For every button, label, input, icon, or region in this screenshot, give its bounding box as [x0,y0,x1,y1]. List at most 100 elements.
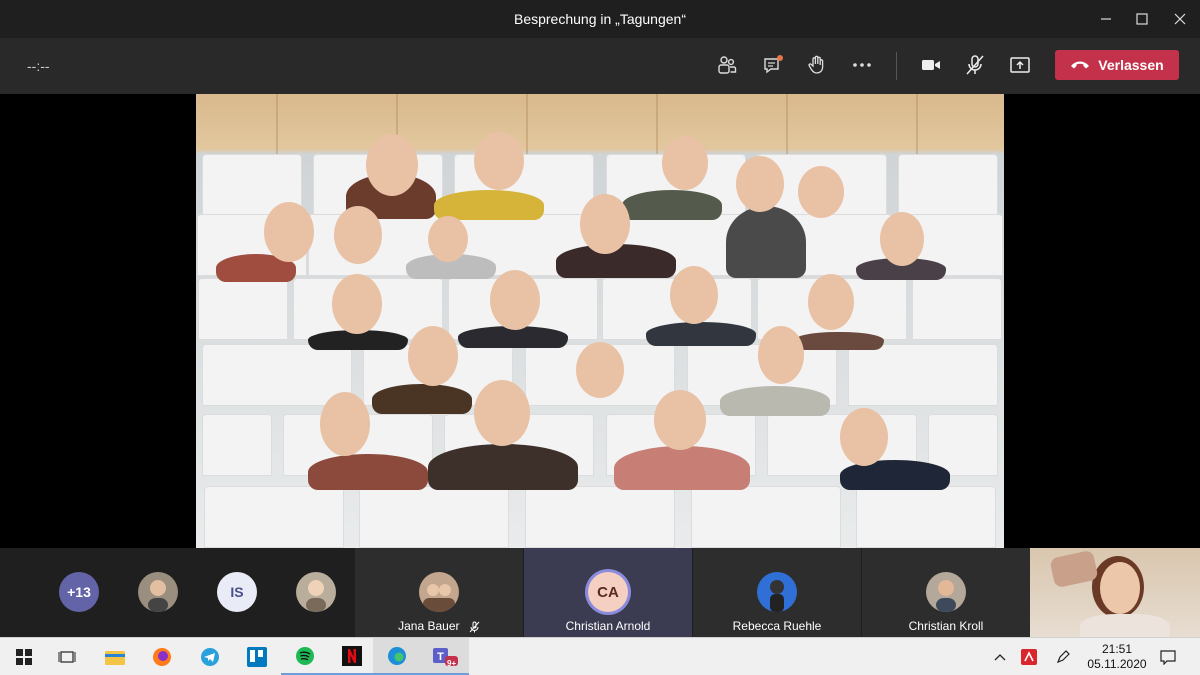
clock-date: 05.11.2020 [1087,657,1147,671]
person-photo-icon [770,580,784,612]
windows-start-icon [16,649,32,665]
participant-video [580,194,630,254]
participant-avatar [419,572,459,612]
clock-time: 21:51 [1101,642,1133,656]
file-explorer-icon [105,651,125,665]
participant-tile-rebecca-ruehle[interactable]: Rebecca Ruehle [693,548,861,637]
leave-button[interactable]: Verlassen [1055,50,1179,80]
person-photo-icon [423,584,455,612]
participant-video [428,216,468,262]
meeting-controls-bar: --:-- Verlassen [0,38,1200,94]
share-screen-button[interactable] [1005,50,1035,80]
file-explorer-button[interactable] [91,638,139,675]
more-icon [853,63,871,67]
edge-button[interactable] [373,638,421,675]
antivirus-tray-icon [1021,649,1037,665]
participant-video [808,274,854,330]
netflix-button[interactable] [328,638,376,675]
teams-notification-badge: 9+ [447,659,457,668]
trello-icon [247,647,267,667]
firefox-icon [153,648,171,666]
participant-tile-jana-bauer[interactable]: Jana Bauer [355,548,523,637]
participant-video [308,454,428,490]
chat-button[interactable] [758,50,788,80]
raise-hand-button[interactable] [802,50,832,80]
participant-strip: +13 IS Jana Bauer CA Christian Arnold Re… [0,548,1200,637]
participant-video [474,132,524,190]
participant-video [372,384,472,414]
more-participants-avatar[interactable]: +13 [59,572,99,612]
participant-video [334,206,382,264]
more-actions-button[interactable] [847,50,877,80]
firefox-button[interactable] [138,638,186,675]
participant-video [264,202,314,262]
participant-video [622,190,722,220]
wall-panel-line [276,94,278,154]
share-screen-icon [1010,57,1030,73]
participant-video [736,156,784,212]
task-view-button[interactable] [43,638,91,675]
participant-name: Jana Bauer [398,619,460,633]
self-view-video[interactable] [1030,548,1200,637]
participant-video [794,332,884,350]
participant-video [880,212,924,266]
person-photo-icon [148,580,168,612]
svg-text:T: T [437,651,444,663]
participant-video [720,386,830,416]
camera-icon [922,60,940,70]
spotify-button[interactable] [281,638,329,675]
notification-icon [1160,650,1176,665]
microphone-button[interactable] [960,50,990,80]
show-hidden-icons-button[interactable] [990,638,1010,675]
netflix-icon [342,645,362,666]
camera-button[interactable] [916,50,946,80]
participant-name: Rebecca Ruehle [732,619,822,633]
window-title-bar: Besprechung in „Tagungen“ [0,0,1200,38]
telegram-button[interactable] [186,638,234,675]
participant-video [366,134,418,196]
person-photo-icon [306,580,326,612]
participant-avatar [926,572,966,612]
meeting-stage [0,94,1200,548]
participants-button[interactable] [712,50,742,80]
microphone-muted-icon [966,55,984,75]
teams-button[interactable]: T 9+ [421,638,469,675]
participant-avatar [757,572,797,612]
wall-panel-line [786,94,788,154]
toolbar-divider [896,52,897,80]
tray-app-button[interactable] [1018,638,1040,675]
wall-panel-line [526,94,528,154]
participant-video [428,444,578,490]
start-button[interactable] [0,638,48,675]
task-view-icon [58,651,76,663]
participant-video [662,136,708,190]
participant-tile-christian-kroll[interactable]: Christian Kroll [862,548,1030,637]
chevron-up-icon [994,654,1006,661]
participant-video [474,380,530,446]
maximize-button[interactable] [1122,0,1162,38]
pen-tray-button[interactable] [1052,638,1074,675]
participant-video [490,270,540,330]
trello-button[interactable] [233,638,281,675]
seat-row [196,278,1004,340]
seat-row [196,486,1004,548]
edge-icon [388,646,406,665]
participant-video [332,274,382,334]
taskbar-clock[interactable]: 21:51 05.11.2020 [1082,642,1152,672]
together-mode-video [196,94,1004,548]
participant-avatar[interactable] [296,572,336,612]
wall-panel-line [656,94,658,154]
microphone-muted-icon [469,621,480,633]
action-center-button[interactable] [1156,638,1180,675]
participant-video [758,326,804,384]
participant-tile-christian-arnold[interactable]: CA Christian Arnold [524,548,692,637]
participant-initials-avatar[interactable]: IS [217,572,257,612]
wall-panel-line [916,94,918,154]
close-button[interactable] [1160,0,1200,38]
participant-avatar[interactable] [138,572,178,612]
telegram-icon [201,648,219,666]
maximize-icon [1136,13,1148,25]
participant-video [726,206,806,278]
minimize-button[interactable] [1086,0,1126,38]
chat-icon [764,55,783,74]
